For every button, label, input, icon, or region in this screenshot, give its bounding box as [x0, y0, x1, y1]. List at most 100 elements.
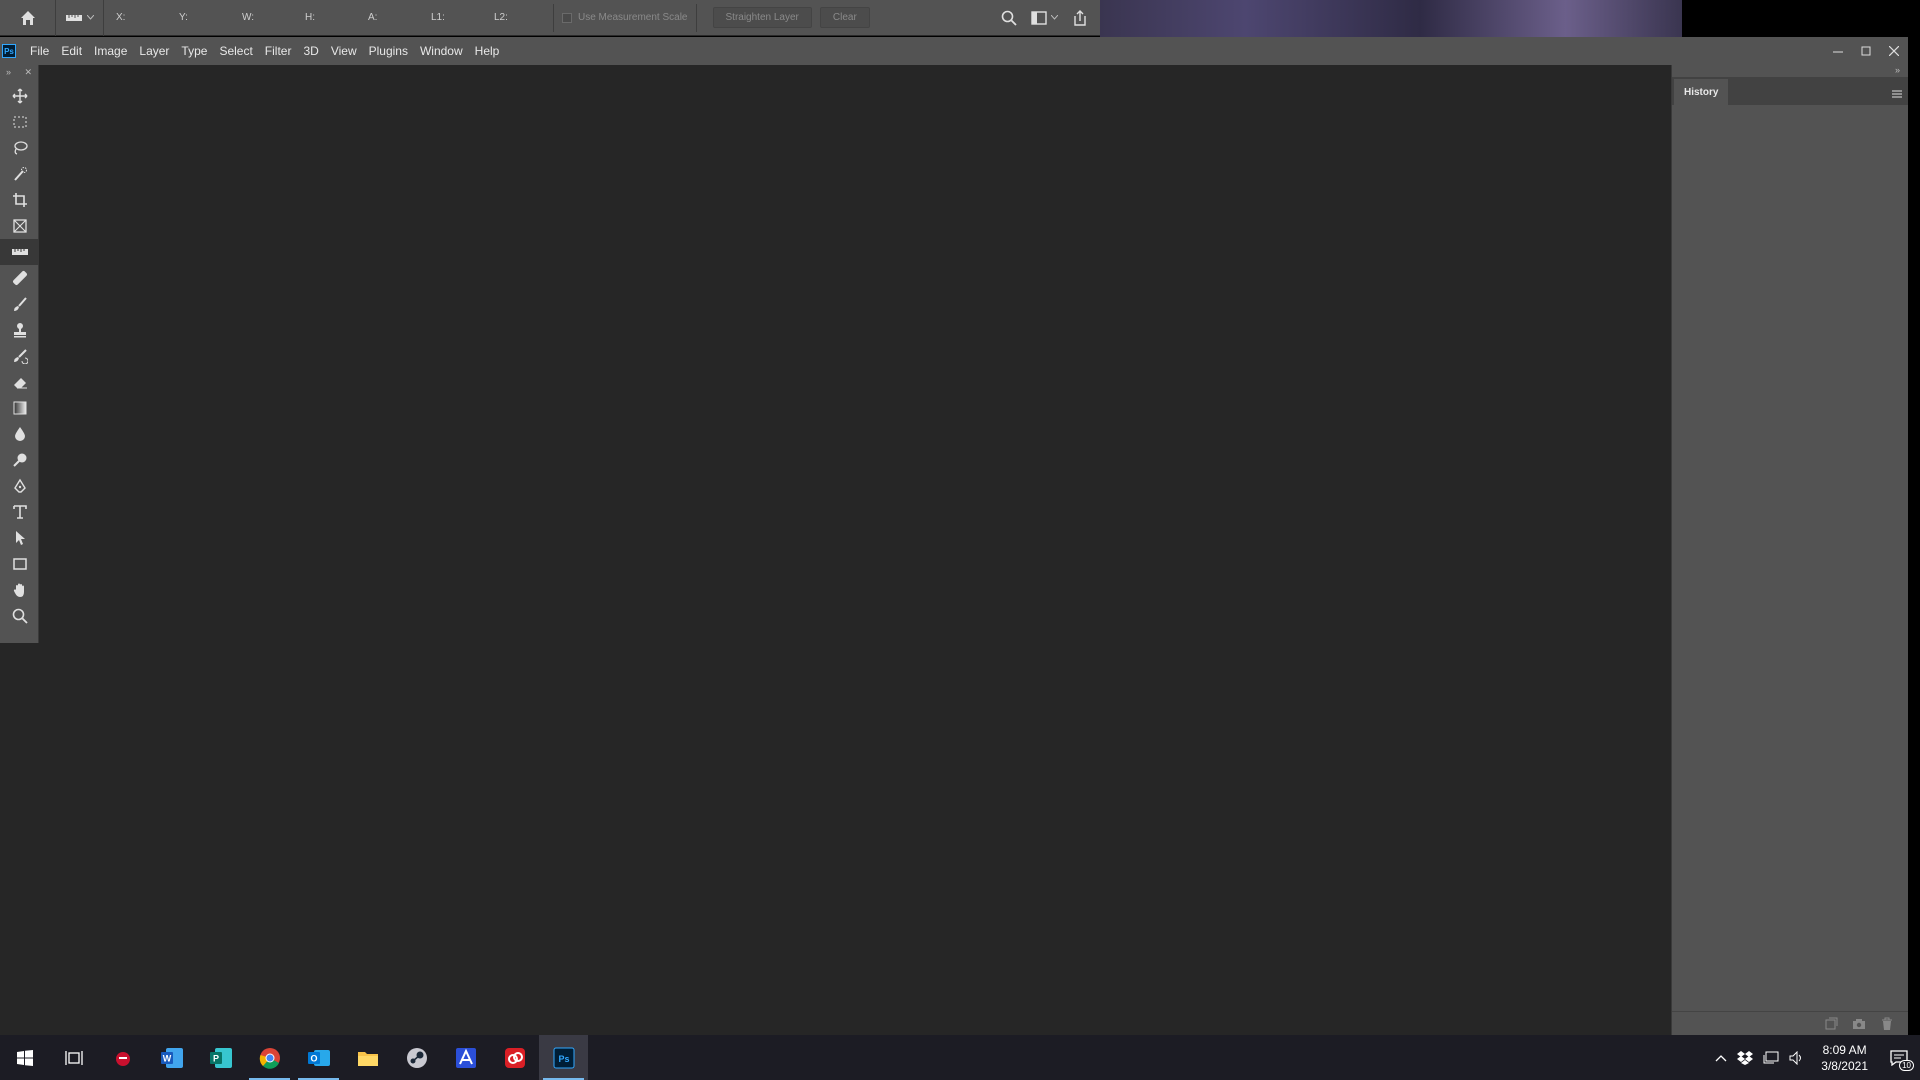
- type-tool[interactable]: [0, 499, 39, 525]
- menu-view[interactable]: View: [325, 44, 363, 58]
- healing-brush-tool[interactable]: [0, 265, 39, 291]
- photoshop-logo[interactable]: Ps: [2, 44, 16, 58]
- clock-date: 3/8/2021: [1821, 1058, 1868, 1073]
- expand-toolbar-icon[interactable]: »: [6, 67, 11, 77]
- menu-filter[interactable]: Filter: [259, 44, 298, 58]
- search-icon[interactable]: [1001, 10, 1017, 26]
- collapse-panels-icon[interactable]: »: [1672, 65, 1908, 77]
- clear-button[interactable]: Clear: [819, 7, 870, 28]
- share-icon[interactable]: [1072, 9, 1088, 26]
- checkbox-box: [562, 12, 572, 23]
- taskbar-chrome[interactable]: [245, 1035, 294, 1080]
- volume-icon[interactable]: [1789, 1050, 1805, 1065]
- window-controls: [1824, 37, 1908, 65]
- w-field: W:: [242, 12, 255, 23]
- menu-image[interactable]: Image: [88, 44, 133, 58]
- action-center-button[interactable]: 10: [1884, 1043, 1914, 1073]
- straighten-layer-button[interactable]: Straighten Layer: [712, 7, 812, 28]
- frame-tool[interactable]: [0, 213, 39, 239]
- zoom-tool[interactable]: [0, 603, 39, 629]
- network-icon[interactable]: [1763, 1051, 1779, 1065]
- taskbar-app-red[interactable]: [98, 1035, 147, 1080]
- menu-3d[interactable]: 3D: [297, 44, 324, 58]
- bandage-icon: [12, 271, 27, 285]
- maximize-button[interactable]: [1852, 37, 1880, 65]
- menu-bar: Ps File Edit Image Layer Type Select Fil…: [0, 37, 1908, 65]
- brush-tool[interactable]: [0, 291, 39, 317]
- blur-tool[interactable]: [0, 421, 39, 447]
- stamp-icon: [13, 323, 26, 338]
- rectangle-tool[interactable]: [0, 551, 39, 577]
- menu-file[interactable]: File: [24, 44, 55, 58]
- quick-selection-icon: [13, 167, 27, 181]
- tool-preset-picker[interactable]: [56, 0, 104, 36]
- menu-type[interactable]: Type: [175, 44, 213, 58]
- arrow-icon: [15, 531, 25, 545]
- minimize-icon: [1833, 51, 1843, 53]
- workspace-switcher[interactable]: [1031, 10, 1058, 25]
- task-view-button[interactable]: [49, 1035, 98, 1080]
- gradient-icon: [13, 401, 26, 415]
- taskbar-outlook[interactable]: O: [294, 1035, 343, 1080]
- camera-icon[interactable]: [1852, 1017, 1866, 1031]
- dodge-tool[interactable]: [0, 447, 39, 473]
- chevron-up-icon[interactable]: [1715, 1054, 1727, 1062]
- menu-select[interactable]: Select: [213, 44, 258, 58]
- menu-plugins[interactable]: Plugins: [363, 44, 414, 58]
- marquee-icon: [13, 116, 26, 128]
- crop-icon: [12, 193, 27, 207]
- steam-icon: [406, 1047, 427, 1068]
- red-app-icon: [115, 1051, 130, 1066]
- taskbar-clock[interactable]: 8:09 AM 3/8/2021: [1815, 1042, 1874, 1074]
- tab-history[interactable]: History: [1674, 79, 1729, 105]
- ruler-icon: [66, 14, 82, 21]
- system-tray: 8:09 AM 3/8/2021 10: [1715, 1042, 1920, 1074]
- taskbar-file-explorer[interactable]: [343, 1035, 392, 1080]
- menu-help[interactable]: Help: [469, 44, 506, 58]
- outlook-icon: O: [307, 1049, 330, 1066]
- quick-selection-tool[interactable]: [0, 161, 39, 187]
- pen-tool[interactable]: [0, 473, 39, 499]
- menu-edit[interactable]: Edit: [55, 44, 88, 58]
- pen-icon: [13, 478, 26, 493]
- taskbar-publisher[interactable]: P: [196, 1035, 245, 1080]
- start-button[interactable]: [0, 1035, 49, 1080]
- eraser-icon: [13, 378, 27, 389]
- new-document-from-state-icon[interactable]: [1824, 1017, 1838, 1031]
- svg-text:Ps: Ps: [558, 1054, 569, 1064]
- history-brush-icon: [13, 349, 28, 364]
- hand-tool[interactable]: [0, 577, 39, 603]
- close-icon[interactable]: ✕: [24, 67, 32, 78]
- crop-tool[interactable]: [0, 187, 39, 213]
- type-icon: [12, 505, 27, 519]
- trash-icon[interactable]: [1880, 1017, 1894, 1031]
- home-button[interactable]: [0, 0, 56, 36]
- move-tool[interactable]: [0, 83, 39, 109]
- photoshop-icon: Ps: [553, 1047, 574, 1068]
- menu-window[interactable]: Window: [414, 44, 469, 58]
- taskbar-word[interactable]: W: [147, 1035, 196, 1080]
- maximize-icon: [1861, 46, 1871, 56]
- document-workspace[interactable]: [0, 65, 1908, 1035]
- gradient-tool[interactable]: [0, 395, 39, 421]
- rectangular-marquee-tool[interactable]: [0, 109, 39, 135]
- lasso-tool[interactable]: [0, 135, 39, 161]
- eraser-tool[interactable]: [0, 369, 39, 395]
- menu-layer[interactable]: Layer: [133, 44, 175, 58]
- close-button[interactable]: [1880, 37, 1908, 65]
- use-measurement-scale-checkbox[interactable]: Use Measurement Scale: [562, 12, 688, 23]
- ruler-tool[interactable]: [0, 239, 39, 265]
- clone-stamp-tool[interactable]: [0, 317, 39, 343]
- taskbar-creative-cloud[interactable]: [490, 1035, 539, 1080]
- path-selection-tool[interactable]: [0, 525, 39, 551]
- dropbox-icon[interactable]: [1737, 1050, 1754, 1065]
- taskbar-photoshop[interactable]: Ps: [539, 1035, 588, 1080]
- history-brush-tool[interactable]: [0, 343, 39, 369]
- panel-menu-icon[interactable]: [1892, 85, 1902, 103]
- minimize-button[interactable]: [1824, 37, 1852, 65]
- taskbar-app-blue[interactable]: [441, 1035, 490, 1080]
- clock-time: 8:09 AM: [1822, 1042, 1867, 1057]
- home-icon: [20, 10, 35, 25]
- history-panel-footer: [1672, 1011, 1908, 1035]
- taskbar-steam[interactable]: [392, 1035, 441, 1080]
